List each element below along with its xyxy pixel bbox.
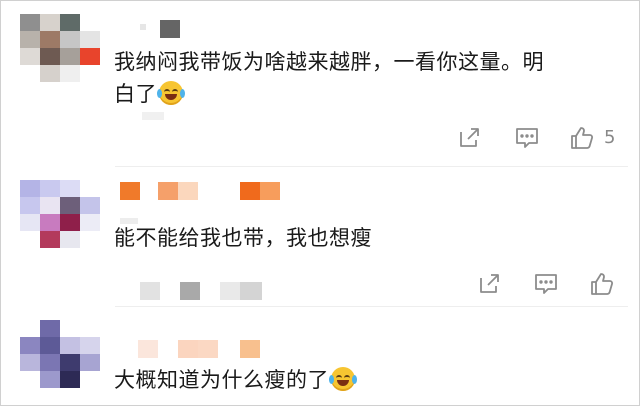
comment-text: 我纳闷我带饭为啥越来越胖，一看你这量。明 白了	[114, 50, 544, 106]
comment-item-2: 能不能给我也带，我也想瘦	[0, 166, 640, 306]
comment-text: 大概知道为什么瘦的了	[114, 364, 614, 396]
comment-button[interactable]	[513, 124, 541, 152]
laugh-cry-emoji	[157, 81, 185, 105]
laugh-cry-emoji	[329, 367, 357, 391]
meta-blurred	[180, 282, 200, 300]
thumbs-up-icon	[571, 127, 594, 149]
comment-item-1: 我纳闷我带饭为啥越来越胖，一看你这量。明 白了 5	[0, 0, 640, 170]
avatar[interactable]	[20, 180, 104, 248]
share-icon	[480, 274, 499, 293]
meta-blurred	[142, 112, 164, 120]
meta-blurred	[240, 282, 262, 300]
thumbs-up-icon	[591, 273, 614, 295]
avatar[interactable]	[20, 320, 104, 388]
meta-blurred	[120, 218, 138, 224]
share-button[interactable]	[456, 124, 484, 152]
like-button[interactable]	[568, 124, 596, 152]
avatar[interactable]	[20, 14, 104, 82]
comment-icon	[535, 274, 557, 294]
share-icon	[460, 128, 479, 147]
share-button[interactable]	[476, 270, 504, 298]
comment-button[interactable]	[532, 270, 560, 298]
meta-blurred	[140, 282, 160, 300]
meta-blurred	[220, 282, 240, 300]
like-count: 5	[604, 127, 616, 148]
comment-item-3: 大概知道为什么瘦的了	[0, 306, 640, 406]
comment-icon	[516, 128, 538, 148]
like-button[interactable]	[588, 270, 616, 298]
comment-text: 能不能给我也带，我也想瘦	[114, 226, 372, 250]
